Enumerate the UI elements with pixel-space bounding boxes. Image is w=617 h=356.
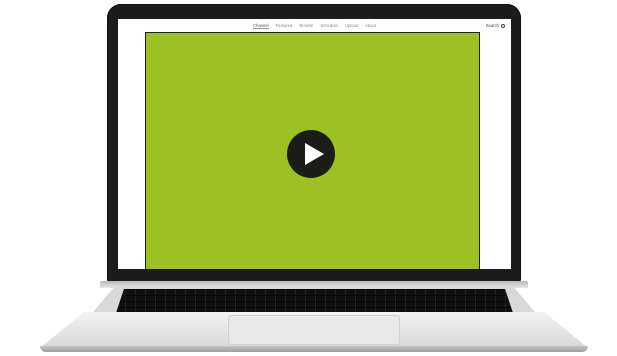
search-button[interactable]: Search: [486, 23, 505, 28]
site-nav: Channel Featured Browse Schedule Upload …: [118, 19, 511, 33]
keyboard: [116, 289, 513, 313]
nav-links: Channel Featured Browse Schedule Upload …: [252, 23, 376, 29]
video-player[interactable]: [146, 33, 479, 269]
play-icon: [305, 143, 324, 165]
touchpad: [228, 315, 400, 345]
nav-link-schedule[interactable]: Schedule: [320, 23, 337, 29]
laptop-mockup: Channel Featured Browse Schedule Upload …: [0, 0, 617, 356]
play-button[interactable]: [287, 130, 335, 178]
nav-link-channel[interactable]: Channel: [252, 23, 269, 29]
nav-link-about[interactable]: About: [365, 23, 376, 29]
nav-link-featured[interactable]: Featured: [276, 23, 293, 29]
laptop-screen: Channel Featured Browse Schedule Upload …: [118, 19, 511, 269]
search-label: Search: [485, 23, 499, 28]
laptop-base-edge: [40, 346, 588, 352]
nav-link-upload[interactable]: Upload: [345, 23, 358, 29]
search-icon: [501, 23, 505, 28]
nav-link-browse[interactable]: Browse: [299, 23, 313, 29]
